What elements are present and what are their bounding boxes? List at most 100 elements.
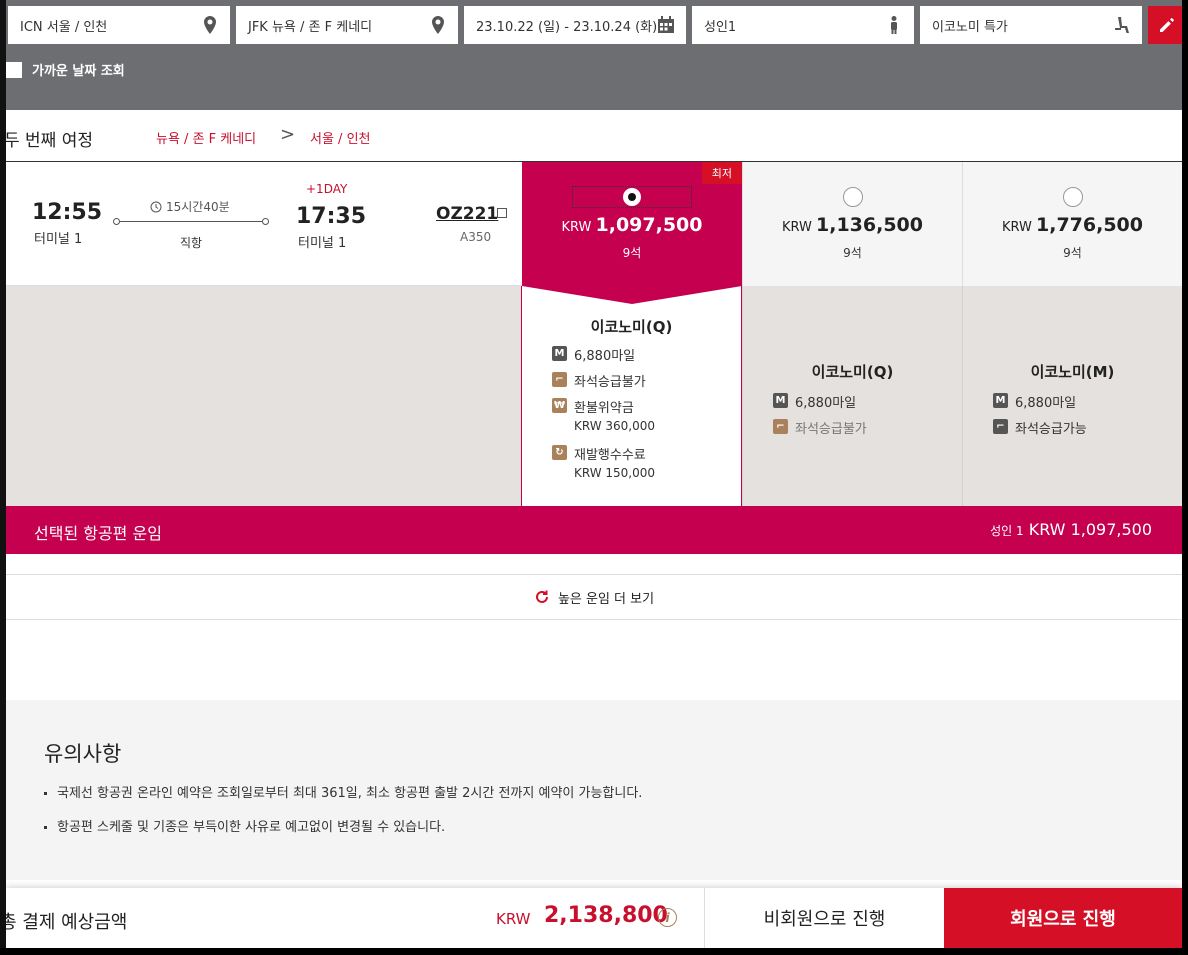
total-label: 총 결제 예상금액 (0, 912, 128, 933)
checkbox-box[interactable] (6, 61, 22, 78)
page: ICN 서울 / 인천 JFK 뉴욕 / 존 F 케네디 23.10.22 (일… (0, 0, 1182, 948)
departure-terminal: 터미널 1 (34, 232, 83, 247)
refund-value: KRW 360,000 (574, 419, 656, 433)
mileage-text: 6,880마일 (795, 396, 857, 411)
route-from: 뉴욕 / 존 F 케네디 (156, 132, 257, 147)
fare-radio-1[interactable] (572, 186, 692, 208)
nearby-dates-checkbox[interactable]: 가까운 날짜 조회 (6, 60, 125, 79)
info-icon[interactable]: i (658, 908, 677, 927)
upgrade-seat-icon: ⌐ (552, 372, 567, 387)
mileage-icon: M (773, 393, 788, 408)
won-icon: ₩ (552, 398, 567, 413)
fare-seats-3: 9석 (1063, 246, 1082, 260)
guest-proceed-button[interactable]: 비회원으로 진행 (704, 888, 944, 948)
fare-option-1[interactable]: 최저 KRW 1,097,500 9석 (522, 162, 742, 286)
arrival-terminal: 터미널 1 (298, 236, 347, 251)
fare-option-3[interactable]: KRW 1,776,500 9석 (962, 162, 1182, 286)
fare-seats-2: 9석 (843, 246, 862, 260)
route-to: 서울 / 인천 (310, 132, 371, 147)
fare-class-title: 이코노미(M) (1030, 363, 1115, 381)
more-fares-button[interactable]: 높은 운임 더 보기 (6, 574, 1182, 620)
mileage-item: M 6,880마일 (552, 345, 635, 364)
copy-icon[interactable] (497, 208, 507, 218)
nearby-dates-label: 가까운 날짜 조회 (32, 64, 125, 79)
fare-detail-3: 이코노미(M) M 6,880마일 ⌐ 좌석승급가능 (962, 286, 1182, 506)
fare-amount: 1,136,500 (816, 214, 923, 236)
reissue-label: 재발행수수료 (574, 448, 646, 463)
fare-radio-2[interactable] (843, 187, 863, 207)
upgrade-item: ⌐ 좌석승급불가 (552, 371, 646, 390)
reissue-value: KRW 150,000 (574, 466, 656, 480)
selected-amount: KRW 1,097,500 (1028, 520, 1152, 539)
flight-number-link[interactable]: OZ221 (436, 204, 498, 224)
origin-value: ICN 서울 / 인천 (20, 19, 108, 35)
fare-radio-3[interactable] (1063, 187, 1083, 207)
edit-search-button[interactable] (1148, 6, 1182, 44)
fare-price-1: KRW 1,097,500 (522, 214, 742, 236)
passenger-field[interactable]: 성인1 (692, 6, 914, 44)
flight-row: 12:55 터미널 1 15시간40분 직항 +1DAY 17:35 터미널 1… (6, 162, 1182, 286)
itinerary-header: 두 번째 여정 뉴욕 / 존 F 케네디 > 서울 / 인천 (6, 110, 1182, 162)
notice-item: 국제선 항공권 온라인 예약은 조회일로부터 최대 361일, 최소 항공편 출… (44, 782, 642, 801)
mileage-icon: M (552, 346, 567, 361)
seat-icon (1115, 17, 1129, 33)
fare-amount: 1,776,500 (1036, 214, 1143, 236)
person-icon (891, 16, 897, 34)
fare-price-2: KRW 1,136,500 (743, 214, 962, 236)
notice-text: 항공편 스케줄 및 기종은 부득이한 사유로 예고없이 변경될 수 있습니다. (57, 820, 446, 835)
search-bar: ICN 서울 / 인천 JFK 뉴욕 / 존 F 케네디 23.10.22 (일… (6, 0, 1182, 110)
duration-text: 15시간40분 (166, 200, 230, 214)
lowest-badge: 최저 (701, 162, 742, 184)
destination-value: JFK 뉴욕 / 존 F 케네디 (248, 19, 373, 35)
flight-duration: 15시간40분 (150, 198, 230, 215)
notice-item: 항공편 스케줄 및 기종은 부득이한 사유로 예고없이 변경될 수 있습니다. (44, 816, 445, 835)
cabin-value: 이코노미 특가 (932, 19, 1008, 35)
origin-field[interactable]: ICN 서울 / 인천 (8, 6, 230, 44)
upgrade-text: 좌석승급불가 (795, 422, 867, 437)
notice-text: 국제선 항공권 온라인 예약은 조회일로부터 최대 361일, 최소 항공편 출… (57, 786, 643, 801)
reissue-icon: ↻ (552, 445, 567, 460)
member-proceed-button[interactable]: 회원으로 진행 (944, 888, 1182, 948)
fare-seats-1: 9석 (622, 246, 642, 260)
upgrade-text: 좌석승급불가 (574, 375, 646, 390)
flight-type: 직항 (180, 236, 203, 250)
plus-day-badge: +1DAY (306, 182, 348, 196)
location-pin-icon (432, 16, 444, 34)
fare-details-row: 이코노미(Q) M 6,880마일 ⌐ 좌석승급불가 ₩ 환불위약금 KRW 3… (6, 286, 1182, 506)
aircraft-type: A350 (460, 230, 492, 244)
bullet (44, 792, 47, 795)
destination-field[interactable]: JFK 뉴욕 / 존 F 케네디 (236, 6, 458, 44)
clock-icon (150, 201, 162, 212)
refund-label: 환불위약금 (574, 401, 634, 416)
upgrade-item: ⌐ 좌석승급불가 (773, 418, 867, 437)
cabin-field[interactable]: 이코노미 특가 (920, 6, 1142, 44)
route-line (116, 221, 268, 222)
route-dot-end (262, 218, 269, 225)
location-pin-icon (204, 16, 216, 34)
payment-bar: 총 결제 예상금액 KRW 2,138,800 i 비회원으로 진행 회원으로 … (6, 888, 1182, 948)
total-amount: 2,138,800 (544, 903, 668, 928)
total-currency: KRW (496, 910, 531, 928)
fare-currency: KRW (561, 220, 592, 235)
calendar-icon (658, 16, 674, 33)
fare-amount: 1,097,500 (595, 214, 703, 236)
passenger-value: 성인1 (704, 19, 737, 35)
date-field[interactable]: 23.10.22 (일) - 23.10.24 (화) (464, 6, 686, 44)
pencil-icon (1160, 18, 1174, 32)
reissue-item: ↻ 재발행수수료 KRW 150,000 (552, 444, 655, 480)
refund-info: 환불위약금 KRW 360,000 (574, 397, 655, 433)
bullet (44, 826, 47, 829)
reissue-info: 재발행수수료 KRW 150,000 (574, 444, 655, 480)
upgrade-text: 좌석승급가능 (1015, 422, 1087, 437)
mileage-text: 6,880마일 (574, 349, 636, 364)
more-fares-label: 높은 운임 더 보기 (557, 591, 655, 607)
upgrade-seat-icon: ⌐ (773, 419, 788, 434)
route-arrow: > (280, 124, 296, 145)
fare-detail-2: 이코노미(Q) M 6,880마일 ⌐ 좌석승급불가 (742, 286, 962, 506)
departure-time: 12:55 (32, 200, 103, 225)
fare-option-2[interactable]: KRW 1,136,500 9석 (742, 162, 962, 286)
fare-class-title: 이코노미(Q) (590, 318, 673, 336)
selected-pax: 성인 1 (990, 524, 1024, 538)
date-value: 23.10.22 (일) - 23.10.24 (화) (476, 19, 658, 35)
fare-price-3: KRW 1,776,500 (963, 214, 1182, 236)
